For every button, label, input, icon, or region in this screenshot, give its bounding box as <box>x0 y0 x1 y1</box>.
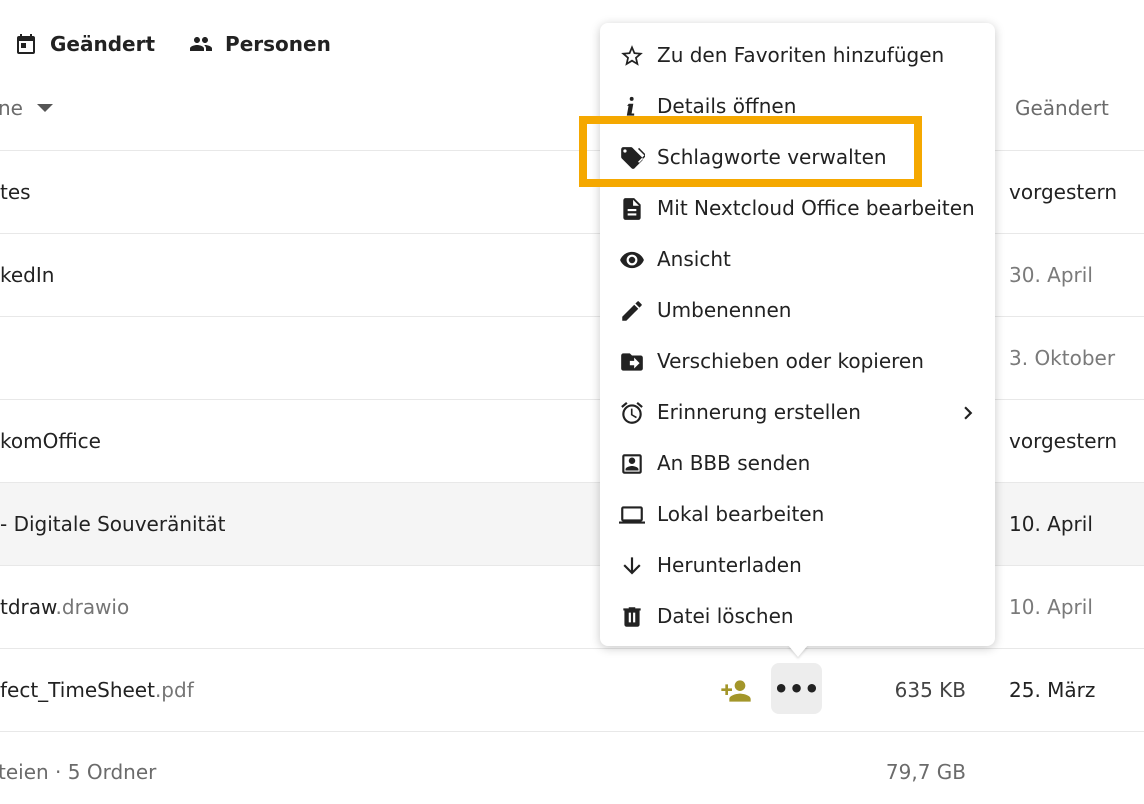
file-name[interactable]: - Digitale Souveränität <box>0 483 226 565</box>
file-name-base: fect_TimeSheet <box>0 678 155 702</box>
table-footer: teien · 5 Ordner 79,7 GB <box>0 730 1144 804</box>
laptop-icon <box>619 502 645 528</box>
menu-item-label: Mit Nextcloud Office bearbeiten <box>657 196 975 220</box>
menu-item-download[interactable]: Herunterladen <box>600 540 995 591</box>
people-icon <box>190 37 213 51</box>
filter-modified-chip[interactable]: Geändert <box>14 32 155 56</box>
footer-summary: teien · 5 Ordner <box>0 760 157 784</box>
filter-bar: Geändert Personen <box>0 26 365 62</box>
name-header-label: ne <box>0 96 23 120</box>
star-outline-icon <box>619 43 645 69</box>
sort-by-modified-header[interactable]: Geändert <box>1015 96 1109 120</box>
filter-people-chip[interactable]: Personen <box>189 32 331 56</box>
menu-item-send-bbb[interactable]: An BBB senden <box>600 438 995 489</box>
chevron-right-icon <box>955 400 981 426</box>
menu-pointer-arrow <box>788 645 808 657</box>
file-modified: 3. Oktober <box>1009 346 1116 370</box>
file-name[interactable]: tdraw.drawio <box>0 566 129 648</box>
account-box-icon <box>619 451 645 477</box>
file-name[interactable]: kedIn <box>0 234 54 316</box>
file-name[interactable]: tes <box>0 151 31 233</box>
file-size: 635 KB <box>894 678 966 702</box>
file-modified: vorgestern <box>1009 180 1118 204</box>
file-name[interactable]: fect_TimeSheet.pdf <box>0 649 194 731</box>
menu-item-view[interactable]: Ansicht <box>600 234 995 285</box>
table-row[interactable]: fect_TimeSheet.pdf ••• 635 KB 25. März <box>0 649 1144 732</box>
share-button[interactable] <box>718 673 754 709</box>
menu-item-create-reminder[interactable]: Erinnerung erstellen <box>600 387 995 438</box>
file-modified: 10. April <box>1009 595 1093 619</box>
menu-item-label: Lokal bearbeiten <box>657 502 825 526</box>
pencil-icon <box>619 298 645 324</box>
eye-icon <box>619 247 645 273</box>
file-name[interactable]: komOffice <box>0 400 101 482</box>
file-name-base: - Digitale Souveränität <box>0 512 226 536</box>
trash-icon <box>619 604 645 630</box>
calendar-icon <box>17 34 35 54</box>
footer-total-size: 79,7 GB <box>885 760 966 784</box>
menu-item-label: Herunterladen <box>657 553 802 577</box>
file-modified: 10. April <box>1009 512 1093 536</box>
menu-item-add-favorite[interactable]: Zu den Favoriten hinzufügen <box>600 30 995 81</box>
highlight-annotation-box <box>579 116 922 187</box>
file-extension: .drawio <box>55 595 130 619</box>
document-icon <box>619 196 645 222</box>
menu-item-label: Datei löschen <box>657 604 794 628</box>
menu-item-label: Verschieben oder kopieren <box>657 349 924 373</box>
menu-item-delete[interactable]: Datei löschen <box>600 591 995 642</box>
menu-item-rename[interactable]: Umbenennen <box>600 285 995 336</box>
menu-item-edit-office[interactable]: Mit Nextcloud Office bearbeiten <box>600 183 995 234</box>
menu-item-move-copy[interactable]: Verschieben oder kopieren <box>600 336 995 387</box>
file-modified: vorgestern <box>1009 429 1118 453</box>
download-arrow-icon <box>619 553 645 579</box>
menu-item-edit-locally[interactable]: Lokal bearbeiten <box>600 489 995 540</box>
account-plus-icon <box>721 680 751 702</box>
filter-modified-label: Geändert <box>50 32 156 56</box>
sort-by-name-header[interactable]: ne <box>0 96 53 120</box>
file-modified: 25. März <box>1009 678 1096 702</box>
menu-item-label: An BBB senden <box>657 451 811 475</box>
file-modified: 30. April <box>1009 263 1093 287</box>
sort-caret-icon <box>36 104 53 112</box>
menu-item-label: Ansicht <box>657 247 731 271</box>
file-name-base: kedIn <box>0 263 55 287</box>
folder-move-icon <box>619 349 645 375</box>
file-name-base: komOffice <box>0 429 101 453</box>
file-extension: .pdf <box>154 678 194 702</box>
filter-people-label: Personen <box>225 32 331 56</box>
menu-item-label: Zu den Favoriten hinzufügen <box>657 43 945 67</box>
file-name-base: tes <box>0 180 31 204</box>
menu-item-label: Erinnerung erstellen <box>657 400 861 424</box>
alarm-icon <box>619 400 645 426</box>
file-name-base: tdraw <box>0 595 56 619</box>
menu-item-label: Umbenennen <box>657 298 792 322</box>
more-actions-button[interactable]: ••• <box>771 663 822 714</box>
